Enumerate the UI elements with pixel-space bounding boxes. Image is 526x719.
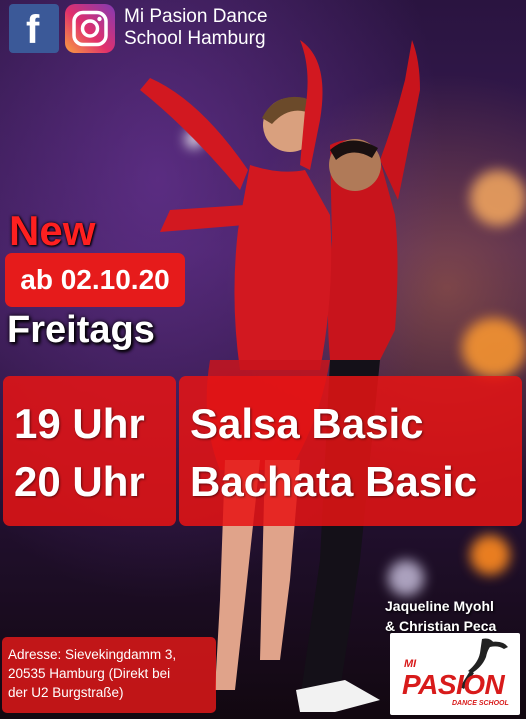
school-name-line2: School Hamburg (124, 28, 266, 49)
female-dancer (234, 165, 332, 370)
new-label: New (9, 207, 96, 254)
facebook-icon[interactable]: f (9, 4, 59, 53)
instagram-glyph (72, 10, 108, 47)
address-line3: der U2 Burgstraße) (8, 685, 124, 700)
address-box: Adresse: Sievekingdamm 3, 20535 Hamburg … (2, 637, 216, 713)
instagram-icon[interactable] (65, 4, 115, 53)
schedule-time-1: 19 Uhr (14, 400, 145, 447)
schedule-course-1: Salsa Basic (190, 400, 424, 447)
address-line1: Adresse: Sievekingdamm 3, (8, 647, 177, 662)
day-label: Freitags (7, 309, 155, 351)
schedule-time-2: 20 Uhr (14, 458, 145, 505)
dancers-credit: Jaqueline Myohl & Christian Peca (385, 596, 496, 636)
logo-subtitle: DANCE SCHOOL (452, 700, 509, 707)
dancers-credit-line1: Jaqueline Myohl (385, 598, 494, 614)
school-name: Mi Pasion Dance School Hamburg (124, 6, 268, 50)
school-name-line1: Mi Pasion Dance (124, 6, 268, 27)
mi-pasion-logo: MI PASION DANCE SCHOOL (390, 633, 520, 715)
address-line2: 20535 Hamburg (Direkt bei (8, 666, 171, 681)
start-date-badge: ab 02.10.20 (5, 253, 185, 307)
facebook-f-glyph: f (26, 8, 40, 52)
schedule-course-2: Bachata Basic (190, 458, 478, 505)
logo-pasion: PASION (402, 669, 505, 700)
